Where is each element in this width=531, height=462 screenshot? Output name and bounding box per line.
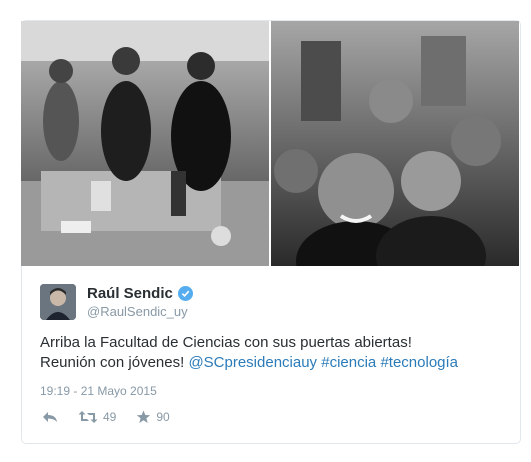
tweet-media — [21, 21, 519, 266]
verified-badge-icon — [177, 286, 193, 301]
tweet-actions: 49 90 — [42, 410, 170, 424]
favorite-count: 90 — [156, 410, 170, 424]
group-selfie-photo[interactable] — [271, 21, 519, 266]
avatar[interactable] — [40, 284, 76, 320]
retweet-button[interactable]: 49 — [78, 410, 116, 424]
retweet-icon — [78, 410, 98, 424]
hashtag-ciencia-link[interactable]: #ciencia — [321, 354, 376, 371]
tweet-text-prefix: Reunión con jóvenes! — [40, 354, 189, 371]
reply-button[interactable] — [42, 410, 58, 424]
tweet-text-line1: Arriba la Facultad de Ciencias con sus p… — [40, 334, 412, 351]
user-handle[interactable]: @RaulSendic_uy — [87, 304, 193, 319]
display-name[interactable]: Raúl Sendic — [87, 285, 173, 302]
lab-visit-photo[interactable] — [21, 21, 269, 266]
reply-icon — [42, 410, 58, 424]
tweet-text: Arriba la Facultad de Ciencias con sus p… — [40, 333, 500, 373]
hashtag-tecnologia-link[interactable]: #tecnología — [380, 354, 458, 371]
star-icon — [136, 410, 151, 424]
mention-link[interactable]: @SCpresidenciauy — [188, 354, 317, 371]
tweet-text-line2: Reunión con jóvenes! @SCpresidenciauy #c… — [40, 353, 500, 373]
tweet-timestamp[interactable]: 19:19 - 21 Mayo 2015 — [40, 384, 157, 398]
retweet-count: 49 — [103, 410, 117, 424]
tweet-author: Raúl Sendic @RaulSendic_uy — [40, 284, 193, 320]
favorite-button[interactable]: 90 — [136, 410, 170, 424]
